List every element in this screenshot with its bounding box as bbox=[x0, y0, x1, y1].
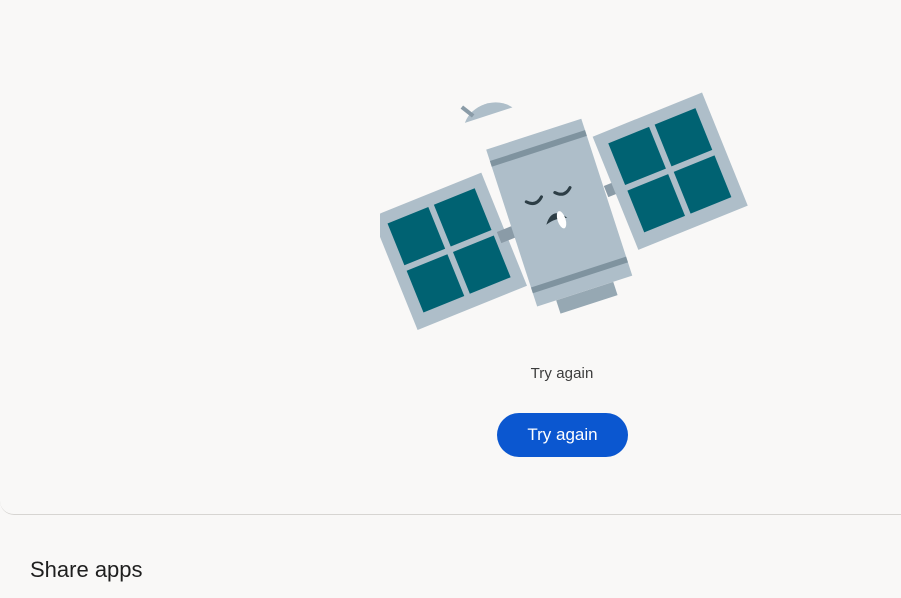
share-apps-heading: Share apps bbox=[30, 557, 143, 582]
page: Try again Try again Share apps bbox=[0, 0, 901, 598]
error-panel: Try again Try again bbox=[0, 0, 901, 515]
sleeping-satellite-icon bbox=[380, 92, 748, 330]
try-again-button[interactable]: Try again bbox=[497, 413, 628, 457]
error-message: Try again bbox=[530, 365, 594, 382]
